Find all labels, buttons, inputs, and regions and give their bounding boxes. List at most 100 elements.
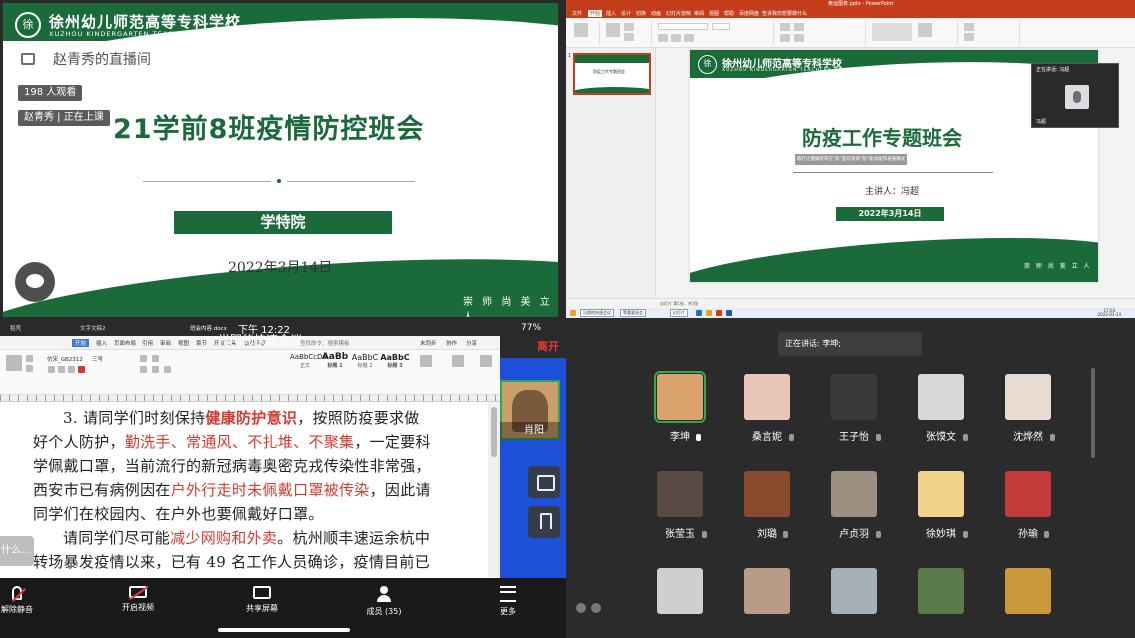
screen-rotate-icon[interactable] [528, 466, 560, 498]
style-normal[interactable]: AaBbCcDd 正文 [290, 353, 327, 373]
shapes-gallery[interactable] [872, 23, 912, 41]
style-heading-1[interactable]: AaBb 标题 1 [320, 353, 350, 373]
font-color-icon[interactable] [78, 366, 85, 373]
sync-status[interactable]: 未同步 [420, 339, 437, 347]
style-heading-2[interactable]: AaBbC 标题 2 [350, 353, 380, 373]
collaborate-button[interactable]: 协作 [446, 339, 457, 347]
share-screen-button[interactable]: 共享屏幕 [242, 586, 282, 614]
menu-insert[interactable]: 插入 [96, 339, 107, 347]
find-replace-icon[interactable] [452, 355, 464, 367]
paragraph-3[interactable]: 3. 请同学们时刻保持健康防护意识，按照防疫要求做好个人防护，勤洗手、常通风、不… [33, 406, 433, 526]
arrange-icon[interactable] [918, 23, 932, 37]
host-title[interactable]: 赵青秀的直播间 [21, 49, 151, 69]
slide-thumbnail[interactable]: 防疫工作专题班会 [573, 53, 651, 95]
select-icon[interactable] [480, 355, 492, 367]
participant-tile[interactable]: 张莹玉 [650, 471, 710, 540]
scroll-thumb[interactable] [491, 407, 497, 457]
font-size-select[interactable] [712, 23, 730, 30]
numbering-icon[interactable] [794, 23, 804, 31]
document-page[interactable]: 3. 请同学们时刻保持健康防护意识，按照防疫要求做好个人防护，勤洗手、常通风、不… [0, 402, 500, 577]
menu-view[interactable]: 视图 [178, 339, 189, 347]
gallery-scrollbar[interactable] [1091, 368, 1095, 458]
bold-icon[interactable] [48, 366, 55, 373]
slide-subtitle[interactable]: 践行让健康教育在“疫”面前发挥“防”能动能和发展模式 [795, 154, 907, 165]
wps-tab[interactable]: 文字文稿2 [70, 323, 160, 335]
start-video-button[interactable]: 开启视频 [118, 586, 158, 613]
bullets-icon[interactable] [780, 23, 790, 31]
new-slide-icon[interactable] [606, 23, 620, 37]
ppt-tab[interactable]: 切换 [636, 10, 646, 17]
members-button[interactable]: 成员 (35) [364, 586, 404, 617]
back-icon[interactable] [21, 53, 35, 65]
ppt-tab[interactable]: 开始 [588, 10, 603, 17]
ppt-tab[interactable]: 审阅 [694, 10, 704, 17]
style-heading-3[interactable]: AaBbC 标题 3 [380, 353, 410, 373]
italic-icon[interactable] [671, 34, 681, 42]
unmute-button[interactable]: 解除静音 [0, 586, 34, 615]
ppt-tab[interactable]: 帮助 [724, 10, 734, 17]
replace-icon[interactable] [964, 33, 974, 41]
emoji-icon[interactable] [576, 603, 586, 613]
underline-icon[interactable] [68, 366, 75, 373]
home-indicator[interactable] [218, 628, 350, 632]
participant-tile[interactable]: 卢贞羽 [824, 471, 884, 540]
chat-bubble-icon[interactable] [15, 262, 55, 302]
powerpoint-icon[interactable] [716, 310, 722, 316]
more-button[interactable]: 更多 [496, 586, 520, 617]
reset-icon[interactable] [624, 33, 634, 41]
participant-tile[interactable]: 徐妙琪 [911, 471, 971, 540]
speaker-camera-window[interactable]: 正在讲话: 冯超 冯超 [1031, 63, 1119, 128]
font-name-select[interactable]: 仿宋_GB2312 [47, 355, 83, 363]
menu-review[interactable]: 审阅 [160, 339, 171, 347]
participant-tile[interactable]: 孙瑜 [998, 471, 1058, 540]
participant-tile[interactable]: 桑言妮 [737, 374, 797, 443]
participant-tile[interactable] [737, 568, 797, 614]
numbering-icon[interactable] [152, 355, 159, 362]
word-icon[interactable] [726, 310, 732, 316]
ppt-tab[interactable]: 设计 [621, 10, 631, 17]
ppt-tell-me[interactable]: 告诉我你想要做什么 [762, 10, 807, 17]
align-center-icon[interactable] [152, 366, 159, 373]
font-size-select[interactable]: 三号 [92, 355, 103, 363]
participant-tile[interactable]: 刘璐 [737, 471, 797, 540]
participant-tile[interactable]: 王子怡 [824, 374, 884, 443]
taskbar-chip[interactable]: 幻灯片 [670, 309, 688, 317]
taskbar-clock[interactable]: 17:03 2022-03-14 [1098, 309, 1121, 317]
text-layout-icon[interactable] [420, 355, 432, 367]
ppt-tab[interactable]: 百度网盘 [739, 10, 759, 17]
taskbar-chip[interactable]: 冯超的快速会议 [580, 309, 614, 317]
paste-icon[interactable] [574, 23, 588, 37]
align-center-icon[interactable] [794, 34, 804, 42]
slide-title[interactable]: 防疫工作专题班会 [802, 122, 962, 151]
menu-layout[interactable]: 页面布局 [114, 339, 136, 347]
align-left-icon[interactable] [780, 34, 790, 42]
cut-icon[interactable] [26, 355, 33, 362]
align-left-icon[interactable] [140, 366, 147, 373]
wps-tab[interactable]: 稻壳 [0, 323, 60, 335]
share-button[interactable]: 分享 [466, 339, 477, 347]
find-icon[interactable] [964, 23, 974, 31]
slide-date[interactable]: 2022年3月14日 [836, 207, 944, 221]
participant-tile[interactable] [824, 568, 884, 614]
edge-icon[interactable] [696, 310, 702, 316]
ppt-tab[interactable]: 动画 [651, 10, 661, 17]
chat-icon[interactable] [591, 603, 601, 613]
slide-speaker[interactable]: 主讲人：冯超 [865, 184, 919, 197]
menu-references[interactable]: 引用 [142, 339, 153, 347]
ppt-tab[interactable]: 视图 [709, 10, 719, 17]
menu-home[interactable]: 开始 [72, 339, 90, 347]
font-name-select[interactable] [658, 23, 708, 30]
bullets-icon[interactable] [140, 355, 147, 362]
layout-icon[interactable] [624, 23, 634, 31]
participant-tile[interactable] [911, 568, 971, 614]
ppt-tab[interactable]: 幻灯片放映 [666, 10, 691, 17]
ppt-tab[interactable]: 文件 [572, 10, 582, 17]
underline-icon[interactable] [684, 34, 694, 42]
document-scrollbar[interactable] [488, 402, 500, 577]
command-search[interactable]: 查找命令、搜索模板 [300, 339, 350, 347]
participant-tile[interactable] [650, 568, 710, 614]
align-right-icon[interactable] [164, 366, 171, 373]
italic-icon[interactable] [58, 366, 65, 373]
taskbar-chip[interactable]: 等重要班会 [620, 309, 646, 317]
folder-icon[interactable] [706, 310, 712, 316]
